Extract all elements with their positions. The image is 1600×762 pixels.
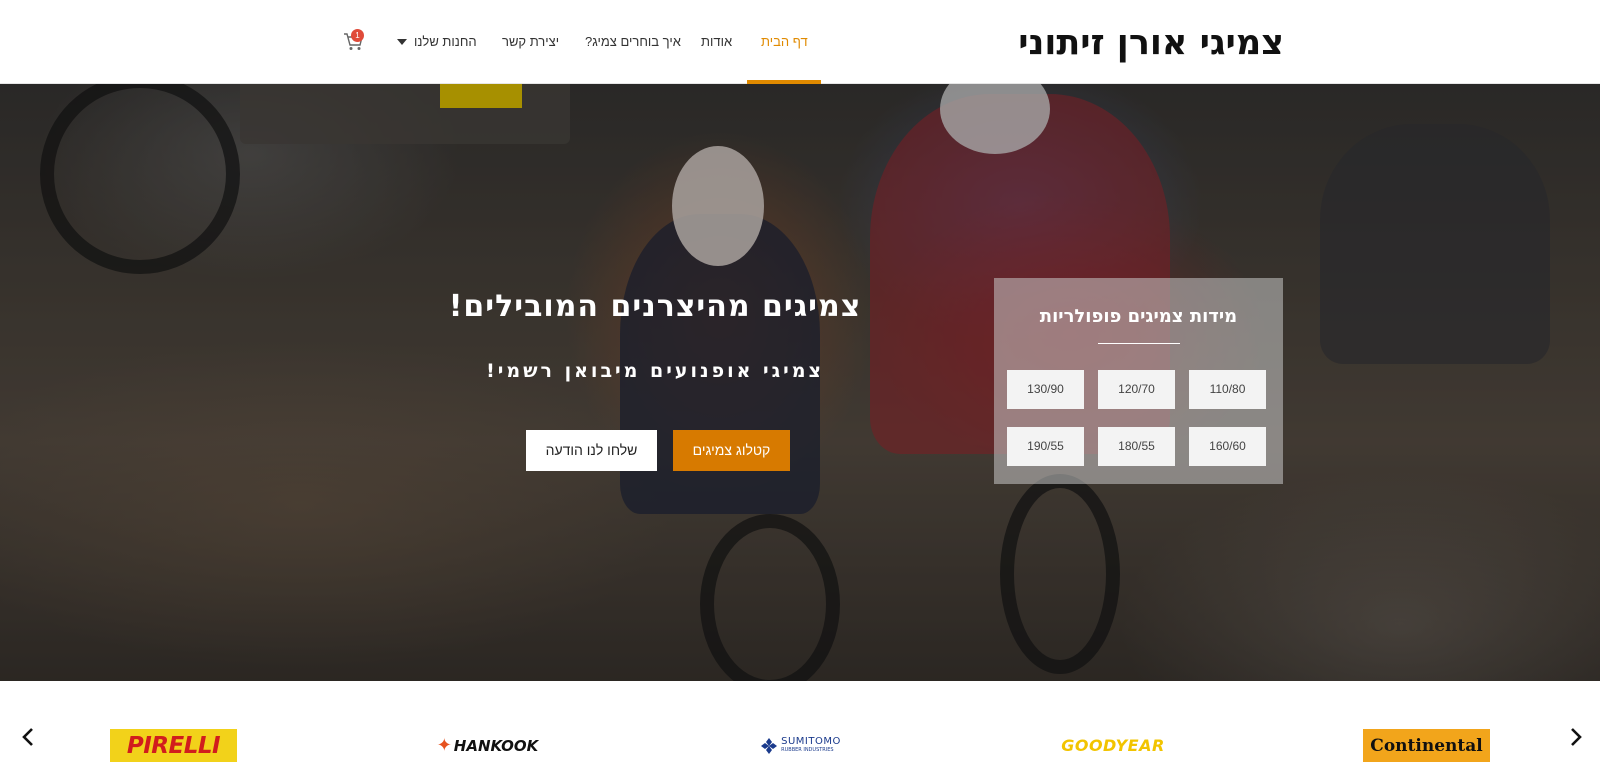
nav-item-shop[interactable]: החנות שלנו bbox=[414, 30, 477, 54]
sumitomo-diamond-icon bbox=[761, 737, 778, 754]
size-button[interactable]: 190/55 bbox=[1007, 427, 1084, 466]
cart-count-badge: 1 bbox=[351, 29, 364, 42]
tire-catalog-button[interactable]: קטלוג צמיגים bbox=[673, 430, 790, 471]
nav-item-home[interactable]: דף הבית bbox=[761, 30, 808, 54]
send-message-button[interactable]: שלחו לנו הודעה bbox=[526, 430, 657, 471]
size-button[interactable]: 130/90 bbox=[1007, 370, 1084, 409]
brand-logo-goodyear[interactable]: GOODYEAR bbox=[1060, 729, 1166, 762]
size-button[interactable]: 180/55 bbox=[1098, 427, 1175, 466]
brand-name: Continental bbox=[1370, 735, 1483, 756]
brand-name: PIRELLI bbox=[126, 732, 221, 759]
site-header: צמיגי אורן זיתוני דף הבית אודות איך בוחר… bbox=[0, 0, 1600, 84]
nav-item-about[interactable]: אודות bbox=[701, 30, 732, 54]
hero-subtitle: צמיגי אופנועים מיבואן רשמי! bbox=[486, 360, 824, 382]
brand-logo-continental[interactable]: Continental bbox=[1363, 729, 1490, 762]
brand-name: GOODYEAR bbox=[1061, 736, 1165, 755]
hankook-swirl-icon: ✦ bbox=[436, 735, 452, 756]
chevron-right-icon[interactable] bbox=[1566, 725, 1586, 749]
brand-logo-sumitomo[interactable]: SUMITOMO RUBBER INDUSTRIES bbox=[756, 729, 846, 762]
brand-subtitle: RUBBER INDUSTRIES bbox=[781, 746, 834, 753]
nav-item-contact[interactable]: יצירת קשר bbox=[502, 30, 559, 54]
title-divider bbox=[1098, 343, 1180, 344]
size-button[interactable]: 160/60 bbox=[1189, 427, 1266, 466]
popular-sizes-panel: מידות צמיגים פופולריות 110/80 120/70 130… bbox=[994, 278, 1283, 484]
nav-item-how-to-choose[interactable]: איך בוחרים צמיג? bbox=[585, 30, 681, 54]
chevron-down-icon[interactable] bbox=[397, 39, 407, 45]
brand-logo-hankook[interactable]: ✦ HANKOOK bbox=[430, 729, 545, 762]
brand-name: SUMITOMO bbox=[781, 735, 841, 747]
brand-name: HANKOOK bbox=[453, 736, 539, 755]
brand-logo-pirelli[interactable]: PIRELLI bbox=[110, 729, 237, 762]
hero-title: צמיגים מהיצרנים המובילים! bbox=[448, 289, 862, 324]
size-button[interactable]: 110/80 bbox=[1189, 370, 1266, 409]
site-logo[interactable]: צמיגי אורן זיתוני bbox=[1018, 18, 1284, 68]
chevron-left-icon[interactable] bbox=[18, 725, 38, 749]
brands-carousel: PIRELLI ✦ HANKOOK SUMITOMO RUBBER INDUST… bbox=[0, 681, 1600, 762]
hero-banner: צמיגים מהיצרנים המובילים! צמיגי אופנועים… bbox=[0, 84, 1600, 681]
size-button[interactable]: 120/70 bbox=[1098, 370, 1175, 409]
popular-sizes-title: מידות צמיגים פופולריות bbox=[1039, 306, 1238, 327]
